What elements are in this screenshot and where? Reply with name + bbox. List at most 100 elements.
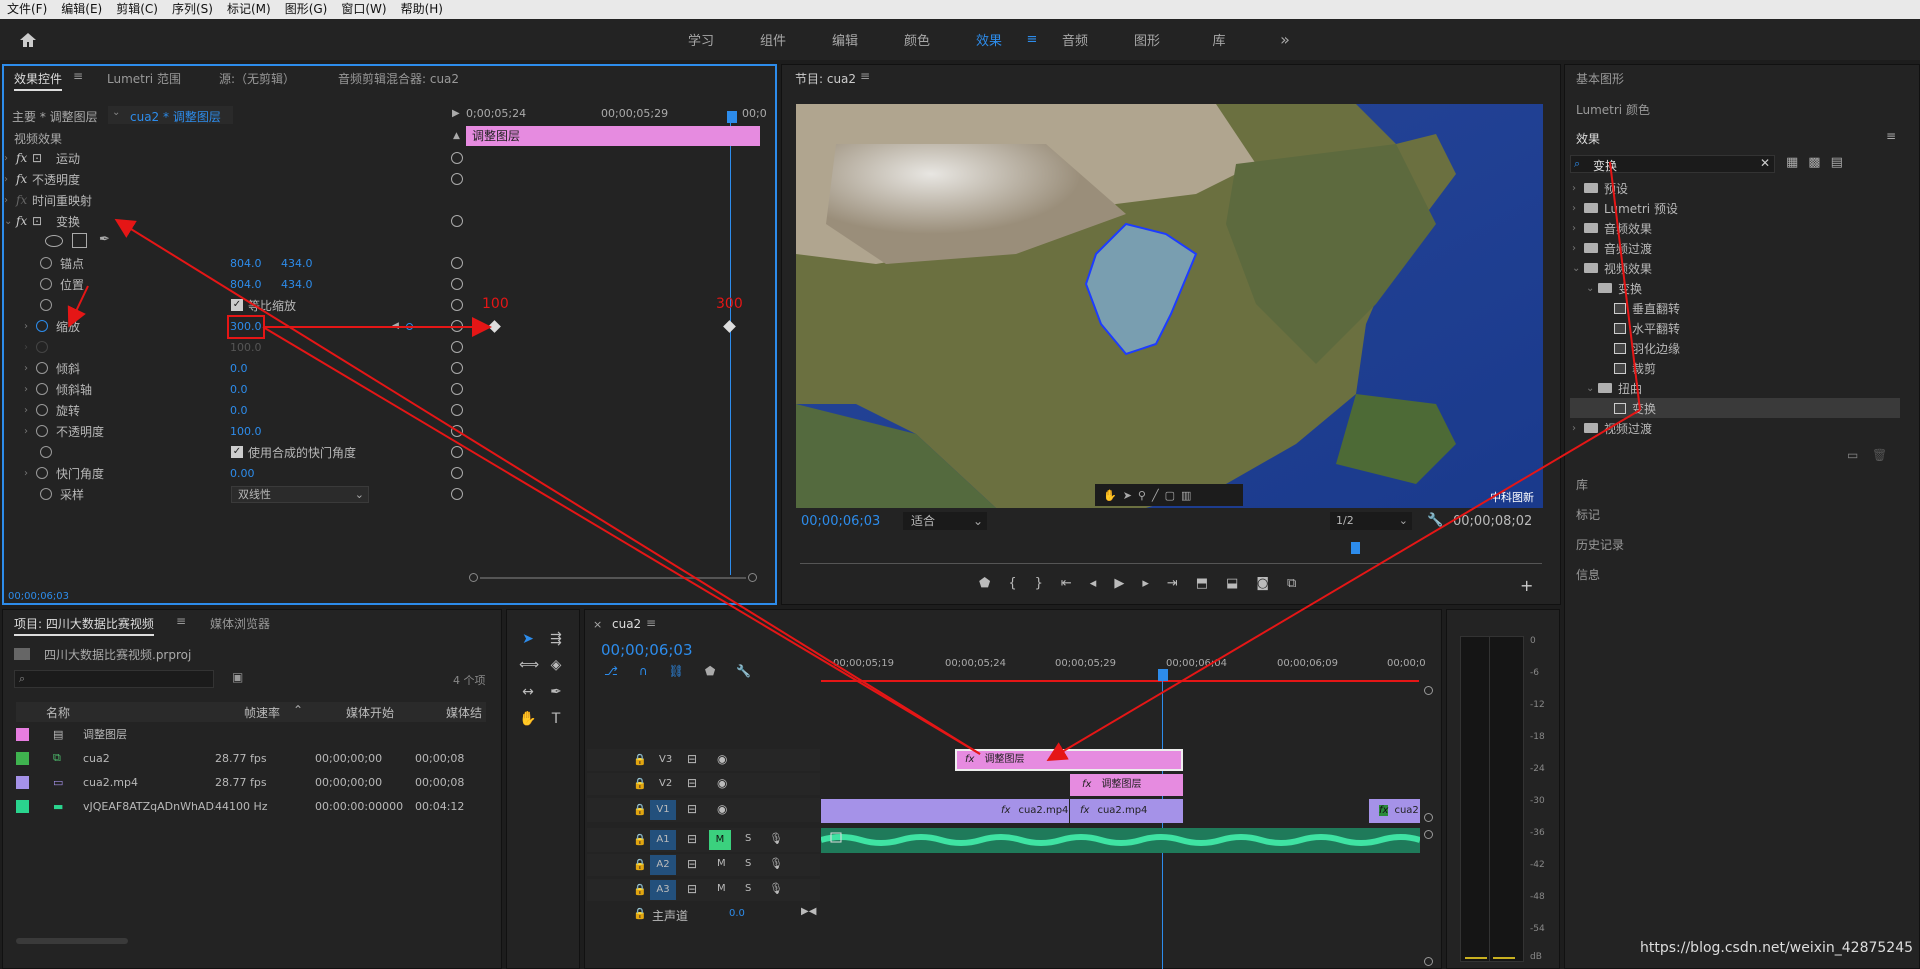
track-name[interactable]: A2 bbox=[650, 855, 676, 875]
project-row[interactable]: ▬ vJQEAF8ATZqADnWhAD2G 44100 Hz 00:00:00:00… bbox=[16, 794, 486, 818]
sync-lock-icon[interactable]: ⊟ bbox=[687, 857, 697, 871]
libraries-tab[interactable]: 库 bbox=[1576, 476, 1588, 493]
tab-project[interactable]: 项目: 四川大数据比赛视频 bbox=[14, 615, 154, 636]
skew-value[interactable]: 0.0 bbox=[230, 362, 248, 375]
project-row[interactable]: ▭ cua2.mp4 28.77 fps 00;00;00;00 00;00;08 bbox=[16, 770, 486, 794]
effect-transform[interactable]: ⌄ fx ⊡ 变换 bbox=[4, 211, 463, 231]
mark-in-icon[interactable]: { bbox=[1008, 576, 1016, 591]
solo-button[interactable]: S bbox=[745, 833, 751, 844]
wrench-icon[interactable]: 🔧 bbox=[1427, 513, 1443, 528]
effects-search-input[interactable]: ⌕ 变换 ✕ bbox=[1570, 155, 1775, 173]
effects-panel-title[interactable]: 效果 bbox=[1576, 130, 1600, 147]
reset-icon[interactable] bbox=[451, 257, 463, 269]
lock-icon[interactable]: 🔒 bbox=[633, 883, 647, 896]
ws-editing[interactable]: 编辑 bbox=[809, 30, 881, 49]
go-to-out-icon[interactable]: ⇥ bbox=[1167, 576, 1178, 591]
effect-opacity[interactable]: › fx 不透明度 bbox=[4, 169, 463, 189]
slip-tool-icon[interactable]: ↔ bbox=[519, 683, 537, 701]
basic-graphics-tab[interactable]: 基本图形 bbox=[1576, 70, 1624, 87]
type-tool-icon[interactable]: T bbox=[547, 710, 565, 728]
tab-effect-controls[interactable]: 效果控件 bbox=[14, 70, 63, 91]
vscroll-handle[interactable] bbox=[1424, 830, 1433, 839]
home-icon[interactable] bbox=[18, 30, 38, 50]
hand-icon[interactable]: ✋ bbox=[1103, 489, 1117, 502]
add-marker-icon[interactable]: ⬟ bbox=[979, 576, 990, 591]
play-icon[interactable]: ▶ bbox=[1114, 576, 1124, 591]
tree-item-vertical-flip[interactable]: 垂直翻转 bbox=[1614, 298, 1680, 318]
rect-icon[interactable]: ▢ bbox=[1165, 489, 1175, 502]
program-timecode[interactable]: 00;00;06;03 bbox=[801, 514, 880, 529]
reset-icon[interactable] bbox=[451, 173, 463, 185]
ellipse-mask-icon[interactable] bbox=[45, 235, 63, 247]
stopwatch-icon[interactable] bbox=[40, 488, 52, 500]
play-only-icon[interactable]: ▶ bbox=[452, 108, 460, 119]
stopwatch-icon[interactable] bbox=[40, 257, 52, 269]
tree-item-presets[interactable]: › 预设 bbox=[1572, 178, 1628, 198]
snap-icon[interactable]: ∩ bbox=[639, 664, 648, 678]
master-clip-label[interactable]: 主要 * 调整图层 bbox=[12, 108, 98, 125]
panel-menu-icon[interactable]: ≡ bbox=[73, 69, 83, 83]
pen-mask-icon[interactable]: ✒ bbox=[99, 232, 110, 247]
solo-button[interactable]: S bbox=[745, 883, 751, 894]
lock-icon[interactable]: 🔒 bbox=[633, 803, 647, 816]
col-media-start[interactable]: 媒体开始 bbox=[346, 704, 394, 721]
reset-icon[interactable] bbox=[451, 299, 463, 311]
reset-icon[interactable] bbox=[451, 425, 463, 437]
reset-icon[interactable] bbox=[451, 320, 463, 332]
tree-item-lumetri-presets[interactable]: › Lumetri 预设 bbox=[1572, 198, 1678, 218]
vscroll-handle[interactable] bbox=[1424, 686, 1433, 695]
clip-v2-adjustment[interactable]: fx 调整图层 bbox=[1070, 774, 1183, 796]
new-bin-from-search-icon[interactable]: ▣ bbox=[232, 670, 243, 684]
info-tab[interactable]: 信息 bbox=[1576, 566, 1600, 583]
panel-menu-icon[interactable]: ≡ bbox=[176, 614, 186, 628]
add-keyframe-icon[interactable] bbox=[406, 322, 413, 330]
clip-v3-adjustment[interactable]: fx 调整图层 bbox=[955, 749, 1183, 771]
panel-menu-icon[interactable]: ≡ bbox=[646, 616, 656, 630]
line-icon[interactable]: ╱ bbox=[1152, 489, 1159, 502]
effect-time-remap[interactable]: › fx 时间重映射 bbox=[4, 190, 462, 210]
program-time-ruler[interactable] bbox=[800, 554, 1542, 564]
sampling-select[interactable]: 双线性 ⌄ bbox=[231, 485, 369, 503]
razor-tool-icon[interactable]: ◈ bbox=[547, 656, 565, 674]
chart-icon[interactable]: ▥ bbox=[1181, 489, 1191, 502]
scroll-handle-left[interactable] bbox=[469, 573, 478, 582]
sync-lock-icon[interactable]: ⊟ bbox=[687, 802, 697, 816]
add-marker-icon[interactable]: ⬟ bbox=[705, 664, 715, 678]
clip-v1-video-b[interactable]: fx cua2.mp4 bbox=[1070, 799, 1183, 823]
menu-file[interactable]: 文件(F) bbox=[0, 0, 54, 19]
extract-icon[interactable]: ⬓ bbox=[1226, 576, 1238, 591]
stopwatch-icon[interactable] bbox=[40, 278, 52, 290]
program-title[interactable]: 节目: cua2 bbox=[795, 70, 856, 87]
clip-v1-video-c[interactable]: fx cua2 bbox=[1369, 799, 1420, 823]
track-name[interactable]: V1 bbox=[650, 800, 676, 820]
tab-audio-mixer[interactable]: 音频剪辑混合器: cua2 bbox=[338, 70, 459, 87]
pin-icon[interactable]: ⚲ bbox=[1138, 489, 1146, 502]
close-tab-icon[interactable]: × bbox=[593, 618, 602, 631]
ec-timeline-ruler[interactable]: 0;00;05;24 00;00;05;29 00;0 bbox=[466, 106, 767, 126]
menu-help[interactable]: 帮助(H) bbox=[394, 0, 450, 19]
step-back-icon[interactable]: ◂ bbox=[1090, 576, 1097, 591]
go-to-in-icon[interactable]: ⇤ bbox=[1061, 576, 1072, 591]
ws-more-icon[interactable]: » bbox=[1255, 30, 1315, 49]
lock-icon[interactable]: 🔒 bbox=[633, 777, 647, 790]
ripple-edit-tool-icon[interactable]: ⟺ bbox=[519, 656, 539, 674]
pointer-icon[interactable]: ➤ bbox=[1123, 489, 1132, 502]
program-video-frame[interactable]: 中科图新 bbox=[796, 104, 1543, 508]
position-x-value[interactable]: 804.0 bbox=[230, 278, 262, 291]
menu-clip[interactable]: 剪辑(C) bbox=[109, 0, 165, 19]
menu-sequence[interactable]: 序列(S) bbox=[165, 0, 220, 19]
tree-item-feather-edges[interactable]: 羽化边缘 bbox=[1614, 338, 1680, 358]
sync-lock-icon[interactable]: ⊟ bbox=[687, 882, 697, 896]
timeline-ruler[interactable]: 00;00;05;19 00;00;05;24 00;00;05;29 00;0… bbox=[821, 658, 1426, 682]
stopwatch-icon[interactable] bbox=[36, 467, 48, 479]
project-scrollbar[interactable] bbox=[16, 938, 128, 944]
lift-icon[interactable]: ⬒ bbox=[1196, 576, 1208, 591]
project-search-input[interactable]: ⌕ bbox=[14, 670, 214, 688]
yuv-effects-icon[interactable]: ▤ bbox=[1831, 155, 1843, 170]
ws-assembly[interactable]: 组件 bbox=[737, 30, 809, 49]
new-bin-icon[interactable]: ▭ bbox=[1847, 448, 1858, 462]
track-name[interactable]: V2 bbox=[659, 778, 672, 789]
panel-menu-icon[interactable]: ≡ bbox=[860, 69, 870, 83]
reset-icon[interactable] bbox=[451, 341, 463, 353]
sync-lock-icon[interactable]: ⊟ bbox=[687, 752, 697, 766]
